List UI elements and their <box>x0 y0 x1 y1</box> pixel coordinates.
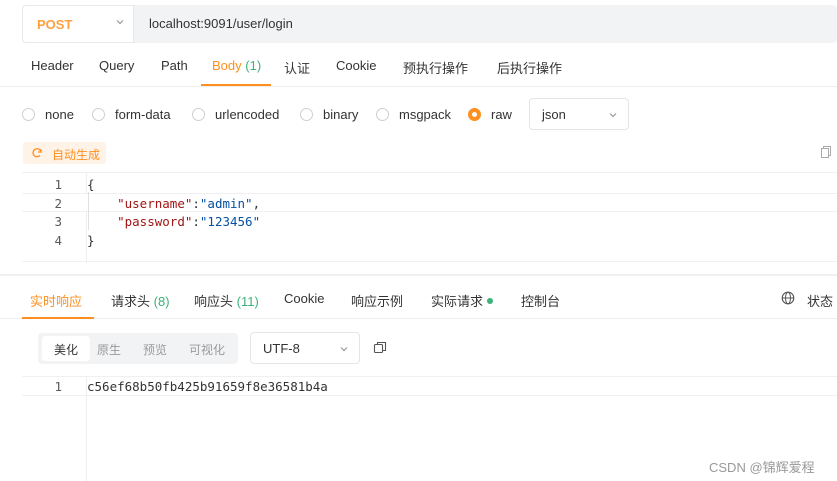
radio-circle <box>22 108 35 121</box>
radio-circle <box>376 108 389 121</box>
code-text: { <box>87 177 95 192</box>
tab-post-request[interactable]: 后执行操作 <box>497 58 562 77</box>
chevron-down-icon <box>340 347 348 352</box>
radio-circle <box>192 108 205 121</box>
radio-none[interactable]: none <box>22 107 74 122</box>
radio-circle <box>300 108 313 121</box>
tab-response-examples[interactable]: 响应示例 <box>351 291 403 310</box>
url-bar: POST localhost:9091/user/login <box>22 5 837 43</box>
tab-actual-request[interactable]: 实际请求 <box>431 291 494 310</box>
view-mode-visualize[interactable]: 可视化 <box>189 341 225 358</box>
view-mode-preview[interactable]: 预览 <box>143 341 167 358</box>
tab-query[interactable]: Query <box>99 58 134 73</box>
radio-label: binary <box>323 107 359 122</box>
active-tab-underline <box>22 317 94 319</box>
tab-count: (11) <box>236 294 259 309</box>
request-body-editor[interactable]: 1 { 2 "username":"admin", 3 "password":"… <box>22 172 837 263</box>
copy-response-icon[interactable] <box>373 341 387 355</box>
tab-header[interactable]: Header <box>31 58 74 73</box>
tab-body-count: (1) <box>245 58 262 73</box>
line-number: 1 <box>54 177 62 192</box>
auto-generate-button[interactable]: 自动生成 <box>23 142 106 164</box>
line-number: 1 <box>54 379 62 394</box>
tab-cookie[interactable]: Cookie <box>336 58 376 73</box>
copy-icon[interactable] <box>820 145 832 159</box>
auto-generate-label: 自动生成 <box>52 148 101 162</box>
raw-format-value: json <box>542 107 566 122</box>
refresh-icon <box>32 148 42 158</box>
active-tab-underline <box>201 84 271 86</box>
tab-live-response[interactable]: 实时响应 <box>30 291 82 310</box>
line-number: 2 <box>54 196 62 211</box>
radio-circle <box>92 108 105 121</box>
code-text: } <box>87 233 95 248</box>
code-line: 2 "username":"admin", <box>22 193 837 212</box>
tab-response-headers[interactable]: 响应头 (11) <box>194 291 259 310</box>
method-select[interactable]: POST <box>22 5 134 43</box>
tab-path[interactable]: Path <box>161 58 188 73</box>
radio-label: raw <box>491 107 512 122</box>
code-line: 3 "password":"123456" <box>22 212 837 231</box>
tab-request-headers[interactable]: 请求头 (8) <box>111 291 170 310</box>
radio-label: none <box>45 107 74 122</box>
pane-resizer[interactable] <box>0 274 837 276</box>
code-line: 1 { <box>22 175 837 194</box>
tab-response-cookie[interactable]: Cookie <box>284 291 324 306</box>
tab-body-label: Body <box>212 58 242 73</box>
json-value: "123456" <box>199 214 261 229</box>
radio-raw[interactable]: raw <box>468 107 512 122</box>
radio-msgpack[interactable]: msgpack <box>376 107 451 122</box>
code-line: 1 c56ef68b50fb425b91659f8e36581b4a <box>22 377 837 396</box>
method-label: POST <box>37 17 73 32</box>
radio-circle-selected <box>468 108 481 121</box>
encoding-select[interactable]: UTF-8 <box>250 332 360 364</box>
tab-label: 响应头 <box>194 294 234 309</box>
code-text: "username":"admin", <box>117 196 261 211</box>
tab-auth[interactable]: 认证 <box>284 58 310 77</box>
url-input[interactable]: localhost:9091/user/login <box>149 16 293 31</box>
code-line: 4 } <box>22 231 837 250</box>
radio-label: msgpack <box>399 107 452 122</box>
radio-form-data[interactable]: form-data <box>92 107 171 122</box>
view-mode-pretty[interactable]: 美化 <box>42 336 90 361</box>
globe-icon[interactable] <box>781 291 795 305</box>
encoding-value: UTF-8 <box>263 341 300 356</box>
radio-label: urlencoded <box>215 107 280 122</box>
body-type-group: none form-data urlencoded binary msgpack… <box>0 98 837 134</box>
request-tabs: Header Query Path Body (1) 认证 Cookie 预执行… <box>0 50 837 87</box>
view-mode-raw[interactable]: 原生 <box>97 341 121 358</box>
tab-label: 请求头 <box>111 294 151 309</box>
code-text: "password":"123456" <box>117 214 261 229</box>
tab-count: (8) <box>153 294 170 309</box>
json-value: "admin" <box>199 196 253 211</box>
indent-guide <box>88 192 89 230</box>
line-number: 3 <box>54 214 62 229</box>
line-number: 4 <box>54 233 62 248</box>
tab-label: 实际请求 <box>431 294 484 309</box>
chevron-down-icon <box>609 113 617 118</box>
radio-urlencoded[interactable]: urlencoded <box>192 107 279 122</box>
response-tabs: 实时响应 请求头 (8) 响应头 (11) Cookie 响应示例 实际请求 控… <box>0 281 837 319</box>
status-dot <box>487 298 494 304</box>
view-mode-switch: 美化 原生 预览 可视化 <box>38 333 238 364</box>
radio-label: form-data <box>115 107 171 122</box>
chevron-down-icon <box>116 20 124 25</box>
json-key: "username" <box>117 196 193 211</box>
tab-pre-request[interactable]: 预执行操作 <box>403 58 468 77</box>
response-text: c56ef68b50fb425b91659f8e36581b4a <box>87 379 328 394</box>
tab-console[interactable]: 控制台 <box>521 291 560 310</box>
raw-format-select[interactable]: json <box>529 98 629 130</box>
json-trail: , <box>252 196 261 211</box>
radio-binary[interactable]: binary <box>300 107 358 122</box>
status-label: 状态 <box>807 294 834 309</box>
watermark: CSDN @锦辉爱程 <box>709 460 815 475</box>
tab-body[interactable]: Body (1) <box>212 58 261 73</box>
json-key: "password" <box>117 214 193 229</box>
